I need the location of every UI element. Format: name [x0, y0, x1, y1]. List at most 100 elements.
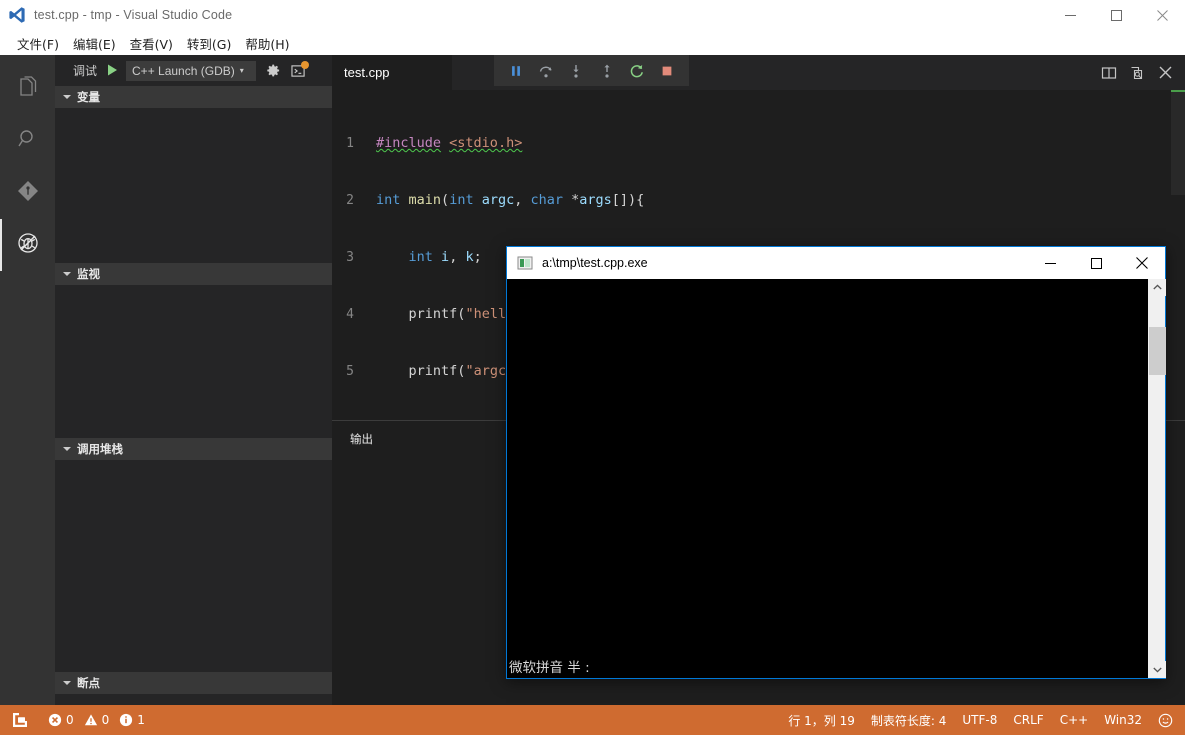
source-control-icon	[15, 178, 41, 209]
console-close-button[interactable]	[1119, 247, 1165, 279]
debug-console-badge	[301, 61, 309, 69]
menu-file[interactable]: 文件(F)	[10, 32, 66, 55]
pause-button[interactable]	[509, 64, 523, 78]
minimize-button[interactable]	[1047, 0, 1093, 31]
split-editor-icon[interactable]	[1095, 55, 1123, 90]
console-minimize-button[interactable]	[1027, 247, 1073, 279]
console-window[interactable]: a:\tmp\test.cpp.exe 微软拼音 半 :	[506, 246, 1166, 679]
console-title-bar: a:\tmp\test.cpp.exe	[507, 247, 1165, 279]
activity-debug[interactable]	[0, 219, 55, 271]
gear-icon[interactable]	[266, 63, 281, 78]
menu-goto-label: 转到(G)	[187, 37, 231, 52]
error-icon	[48, 713, 62, 727]
status-remote-window[interactable]	[0, 705, 40, 735]
console-maximize-button[interactable]	[1073, 247, 1119, 279]
close-button[interactable]	[1139, 0, 1185, 31]
sidebar-panel-variables-header[interactable]: 变量	[55, 86, 332, 108]
code-line-text: #include <stdio.h>	[376, 134, 522, 153]
tab-test-cpp[interactable]: test.cpp	[332, 55, 452, 90]
search-icon	[16, 127, 40, 156]
console-body[interactable]: 微软拼音 半 :	[507, 279, 1165, 678]
line-number: 5	[332, 362, 376, 381]
editor-scrollbar[interactable]	[1171, 90, 1185, 705]
console-scrollbar[interactable]	[1148, 279, 1165, 678]
debug-floating-toolbar	[494, 55, 689, 86]
line-number: 6	[332, 419, 376, 420]
editor-tab-actions	[1095, 55, 1185, 90]
activity-source-control[interactable]	[0, 167, 55, 219]
ime-status-text: 微软拼音 半 :	[509, 656, 590, 676]
sidebar-panel-breakpoints-header[interactable]: 断点	[55, 672, 332, 694]
activity-explorer[interactable]	[0, 63, 55, 115]
debug-console-icon[interactable]	[291, 64, 306, 78]
debug-label: 调试	[73, 62, 97, 79]
menu-help[interactable]: 帮助(H)	[238, 32, 296, 55]
menu-view-label: 查看(V)	[130, 37, 173, 52]
chevron-down-icon: ▾	[240, 66, 244, 75]
console-output-text	[509, 279, 1147, 678]
status-error-count: 0	[66, 713, 74, 727]
menu-edit[interactable]: 编辑(E)	[66, 32, 123, 55]
code-line: 2 int main(int argc, char *args[]){	[332, 191, 1185, 210]
sidebar-panel-watch-header[interactable]: 监视	[55, 263, 332, 285]
status-feedback[interactable]	[1150, 705, 1185, 735]
debug-launch-bar: 调试 C++ Launch (GDB) ▾	[55, 55, 332, 86]
sidebar-panel-variables-title: 变量	[77, 89, 100, 105]
step-over-button[interactable]	[538, 63, 554, 79]
close-icon[interactable]	[1151, 55, 1179, 90]
restart-button[interactable]	[629, 63, 645, 79]
status-bar-right: 行 1，列 19 制表符长度: 4 UTF-8 CRLF C++ Win32	[780, 705, 1185, 735]
status-problems[interactable]: 0 0 1	[40, 705, 153, 735]
window-controls	[1047, 0, 1185, 31]
window-title: test.cpp - tmp - Visual Studio Code	[34, 8, 232, 22]
console-app-icon	[517, 255, 533, 271]
status-platform-label: Win32	[1104, 713, 1142, 727]
status-cursor-position[interactable]: 行 1，列 19	[780, 705, 863, 735]
status-tab-size[interactable]: 制表符长度: 4	[863, 705, 955, 735]
status-encoding[interactable]: UTF-8	[954, 705, 1005, 735]
open-preview-icon[interactable]	[1123, 55, 1151, 90]
status-language-mode-label: C++	[1060, 713, 1089, 727]
step-out-button[interactable]	[599, 63, 615, 79]
stop-button[interactable]	[660, 64, 674, 78]
chevron-down-icon	[63, 95, 71, 99]
debug-configuration-select[interactable]: C++ Launch (GDB) ▾	[126, 61, 256, 81]
status-info-count: 1	[137, 713, 145, 727]
sidebar-panel-callstack-header[interactable]: 调用堆栈	[55, 438, 332, 460]
activity-search[interactable]	[0, 115, 55, 167]
menu-view[interactable]: 查看(V)	[123, 32, 180, 55]
status-eol[interactable]: CRLF	[1005, 705, 1051, 735]
menu-help-label: 帮助(H)	[245, 37, 289, 52]
editor-tab-bar: test.cpp	[332, 55, 1185, 90]
play-icon[interactable]	[107, 64, 118, 78]
sidebar-panel-callstack-title: 调用堆栈	[77, 441, 123, 457]
activity-bar	[0, 55, 55, 705]
menu-bar: 文件(F) 编辑(E) 查看(V) 转到(G) 帮助(H)	[0, 31, 1185, 55]
tab-output[interactable]: 输出	[350, 431, 373, 447]
maximize-button[interactable]	[1093, 0, 1139, 31]
remote-window-icon	[12, 712, 28, 728]
code-line-text: int i, k;	[376, 248, 482, 267]
status-warning-count: 0	[102, 713, 110, 727]
sidebar-panel-variables-body	[55, 108, 332, 263]
status-platform[interactable]: Win32	[1096, 705, 1150, 735]
step-into-button[interactable]	[568, 63, 584, 79]
status-tab-size-label: 制表符长度: 4	[871, 712, 947, 729]
chevron-down-icon	[63, 681, 71, 685]
smiley-icon	[1158, 713, 1173, 728]
line-number: 2	[332, 191, 376, 210]
debug-icon	[16, 231, 40, 260]
scroll-up-icon[interactable]	[1149, 279, 1166, 296]
menu-file-label: 文件(F)	[17, 37, 59, 52]
scroll-down-icon[interactable]	[1149, 661, 1166, 678]
vscode-window: test.cpp - tmp - Visual Studio Code 文件(F…	[0, 0, 1185, 735]
sidebar-panel-callstack-body	[55, 460, 332, 672]
line-number: 3	[332, 248, 376, 267]
warning-icon	[84, 713, 98, 727]
chevron-down-icon	[63, 272, 71, 276]
menu-goto[interactable]: 转到(G)	[180, 32, 238, 55]
status-language-mode[interactable]: C++	[1052, 705, 1097, 735]
status-bar-left: 0 0 1	[0, 705, 153, 735]
console-scrollbar-thumb[interactable]	[1149, 327, 1166, 375]
chevron-down-icon	[63, 447, 71, 451]
